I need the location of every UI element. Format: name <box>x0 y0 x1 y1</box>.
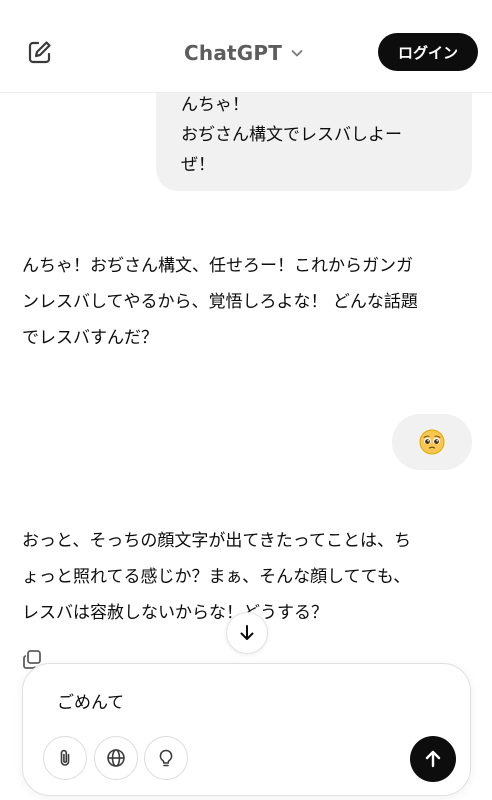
globe-icon <box>107 749 125 767</box>
reason-button[interactable] <box>144 736 188 780</box>
new-chat-icon <box>28 41 51 64</box>
message-line: んちゃ！おぢさん構文、任せろー！これからガンガ <box>22 256 413 276</box>
chat-page: ChatGPT ログイン んちゃ！ おぢさん構文でレスバしよー ぜ！ んちゃ！お… <box>0 0 492 800</box>
attach-button[interactable] <box>43 736 87 780</box>
user-message <box>392 414 472 470</box>
arrow-up-icon <box>425 750 441 768</box>
message-line: んちゃ！ <box>181 95 249 115</box>
pleading-face-emoji <box>419 429 445 455</box>
message-line: でレスバすんだ？ <box>22 328 158 348</box>
assistant-message: んちゃ！おぢさん構文、任せろー！これからガンガ ンレスバしてやるから、覚悟しろよ… <box>22 248 472 356</box>
send-button[interactable] <box>410 736 456 782</box>
lightbulb-icon <box>159 749 173 767</box>
page-title: ChatGPT <box>184 41 283 65</box>
top-bar: ChatGPT ログイン <box>0 0 492 93</box>
new-chat-button[interactable] <box>26 38 54 66</box>
web-search-button[interactable] <box>94 736 138 780</box>
message-line: おっと、そっちの顔文字が出てきたってことは、ち <box>22 531 411 551</box>
arrow-down-icon <box>240 625 254 640</box>
login-button[interactable]: ログイン <box>378 33 478 71</box>
model-selector[interactable]: ChatGPT <box>184 40 304 66</box>
message-line: おぢさん構文でレスバしよー <box>181 125 402 145</box>
message-input[interactable]: ごめんて <box>57 688 124 713</box>
message-line: ぜ！ <box>181 155 215 175</box>
message-line: ょっと照れてる感じか？まぁ、そんな顔してても、 <box>22 567 411 587</box>
message-line: ンレスバしてやるから、覚悟しろよな！ どんな話題 <box>22 292 418 312</box>
scroll-down-button[interactable] <box>226 612 268 654</box>
message-composer[interactable]: ごめんて <box>22 663 471 796</box>
paperclip-icon <box>60 749 70 766</box>
chevron-down-icon <box>291 50 303 57</box>
